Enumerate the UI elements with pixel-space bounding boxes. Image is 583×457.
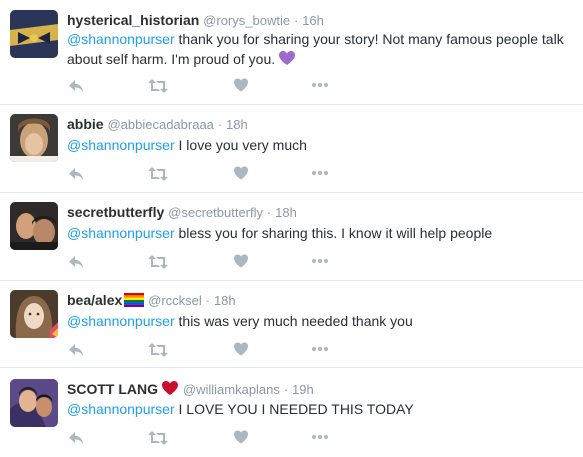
reply-icon[interactable] [67, 253, 85, 271]
reply-icon[interactable] [67, 341, 85, 359]
retweet-icon[interactable] [147, 341, 169, 359]
tweet-body: I LOVE YOU I NEEDED THIS TODAY [174, 401, 414, 417]
display-name[interactable]: SCOTT LANG [67, 381, 158, 397]
red-heart-icon [162, 381, 178, 395]
mention-link[interactable]: @shannonpurser [67, 225, 175, 241]
mention-link[interactable]: @shannonpurser [67, 31, 175, 47]
separator-dot: · [293, 13, 299, 28]
separator-dot: · [217, 117, 223, 132]
like-icon[interactable] [233, 341, 249, 359]
reply-icon[interactable] [67, 429, 85, 447]
tweet-body: this was very much needed thank you [174, 313, 413, 329]
tweet-header: bea/alex @rccksel · 18h [67, 291, 236, 310]
tweet-body: bless you for sharing this. I know it wi… [174, 225, 493, 241]
display-name[interactable]: secretbutterfly [67, 204, 164, 220]
tweet-body: I love you very much [174, 137, 307, 153]
reply-icon[interactable] [67, 77, 85, 95]
like-icon[interactable] [233, 253, 249, 271]
display-name[interactable]: abbie [67, 116, 104, 132]
avatar[interactable] [10, 10, 58, 58]
user-handle[interactable]: @williamkaplans [183, 382, 280, 397]
avatar[interactable] [10, 202, 58, 250]
like-icon[interactable] [233, 77, 249, 95]
timestamp[interactable]: 16h [302, 13, 324, 28]
retweet-icon[interactable] [147, 77, 169, 95]
tweet-text: @shannonpurser bless you for sharing thi… [67, 223, 572, 243]
retweet-icon[interactable] [147, 253, 169, 271]
user-handle[interactable]: @abbiecadabraaa [107, 117, 213, 132]
avatar[interactable] [10, 114, 58, 162]
display-name[interactable]: bea/alex [67, 292, 122, 308]
separator-dot: · [266, 205, 272, 220]
purple-heart-icon [279, 51, 296, 65]
retweet-icon[interactable] [147, 429, 169, 447]
more-icon[interactable] [311, 82, 329, 100]
more-icon[interactable] [311, 346, 329, 364]
tweet-header: hysterical_historian @rorys_bowtie · 16h [67, 11, 324, 30]
tweet: SCOTT LANG @williamkaplans · 19h @shanno… [0, 367, 583, 457]
timestamp[interactable]: 19h [292, 382, 314, 397]
tweet: abbie @abbiecadabraaa · 18h @shannonpurs… [0, 104, 583, 193]
timestamp[interactable]: 18h [214, 293, 236, 308]
mention-link[interactable]: @shannonpurser [67, 313, 175, 329]
separator-dot: · [205, 293, 211, 308]
user-handle[interactable]: @secretbutterfly [168, 205, 263, 220]
like-icon[interactable] [233, 165, 249, 183]
tweet-text: @shannonpurser thank you for sharing you… [67, 29, 572, 69]
tweet: secretbutterfly @secretbutterfly · 18h @… [0, 192, 583, 281]
display-name[interactable]: hysterical_historian [67, 12, 199, 28]
tweet-text: @shannonpurser this was very much needed… [67, 311, 572, 331]
mention-link[interactable]: @shannonpurser [67, 401, 175, 417]
tweet: hysterical_historian @rorys_bowtie · 16h… [0, 0, 583, 105]
tweet-header: abbie @abbiecadabraaa · 18h [67, 115, 248, 134]
timestamp[interactable]: 18h [275, 205, 297, 220]
tweet-feed: hysterical_historian @rorys_bowtie · 16h… [0, 0, 583, 457]
separator-dot: · [283, 382, 289, 397]
timestamp[interactable]: 18h [226, 117, 248, 132]
avatar[interactable] [10, 379, 58, 427]
tweet-header: secretbutterfly @secretbutterfly · 18h [67, 203, 297, 222]
more-icon[interactable] [311, 434, 329, 452]
avatar[interactable] [10, 290, 58, 338]
reply-icon[interactable] [67, 165, 85, 183]
tweet-text: @shannonpurser I LOVE YOU I NEEDED THIS … [67, 399, 572, 419]
mention-link[interactable]: @shannonpurser [67, 137, 175, 153]
rainbow-flag-icon [124, 293, 145, 307]
user-handle[interactable]: @rorys_bowtie [203, 13, 290, 28]
more-icon[interactable] [311, 258, 329, 276]
user-handle[interactable]: @rccksel [148, 293, 202, 308]
retweet-icon[interactable] [147, 165, 169, 183]
tweet: bea/alex @rccksel · 18h @shannonpurser t… [0, 280, 583, 368]
tweet-text: @shannonpurser I love you very much [67, 135, 572, 155]
tweet-header: SCOTT LANG @williamkaplans · 19h [67, 380, 314, 399]
like-icon[interactable] [233, 429, 249, 447]
more-icon[interactable] [311, 170, 329, 188]
